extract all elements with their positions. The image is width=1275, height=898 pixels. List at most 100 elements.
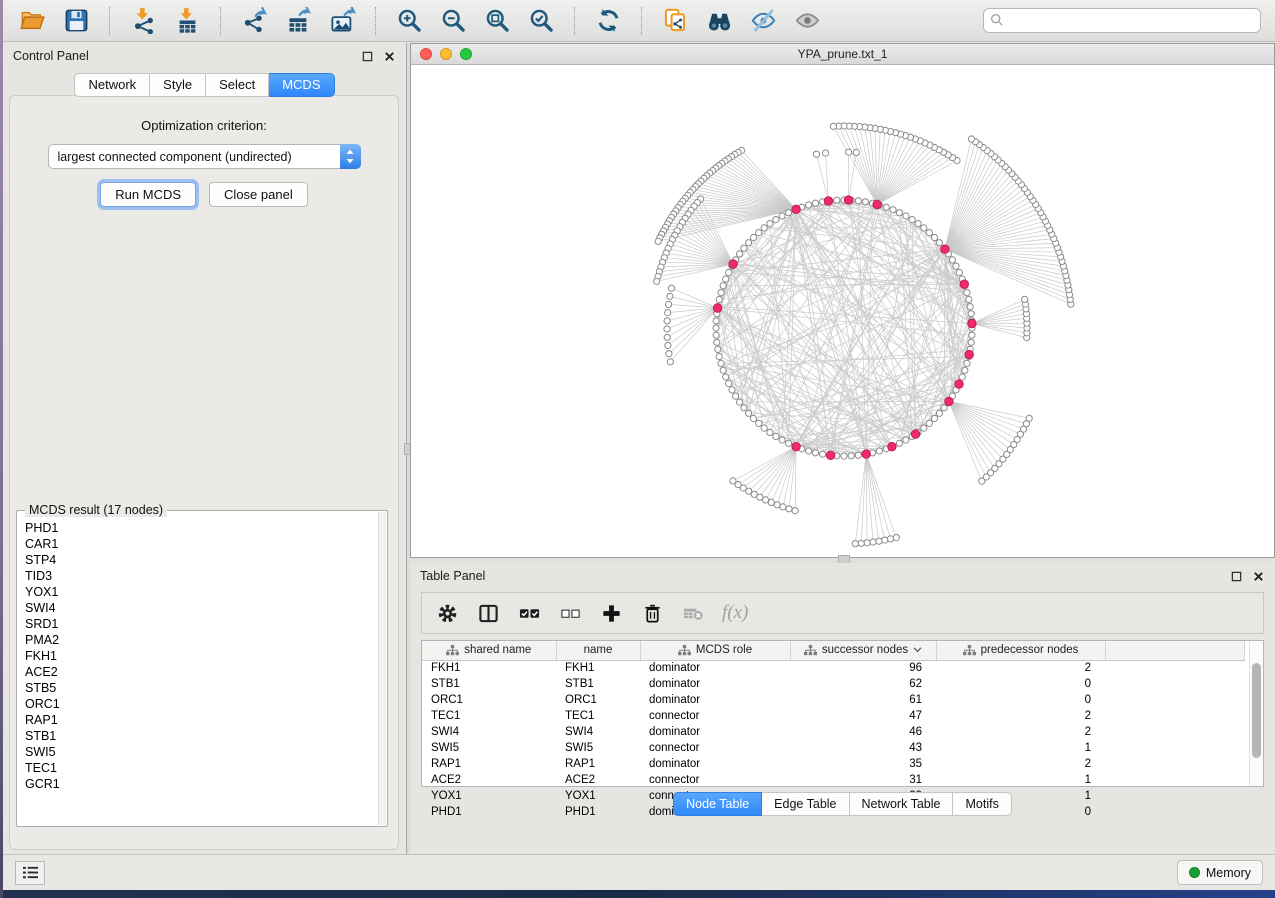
table-scrollbar[interactable] bbox=[1249, 641, 1263, 786]
cell-predecessor_nodes[interactable]: 2 bbox=[936, 660, 1105, 676]
mcds-list-scrollbar[interactable] bbox=[378, 512, 386, 825]
cell-shared_name[interactable]: STB1 bbox=[422, 676, 556, 692]
dominator-node[interactable] bbox=[960, 280, 968, 288]
tab-network-table[interactable]: Network Table bbox=[850, 792, 954, 816]
mcds-result-item[interactable]: SRD1 bbox=[18, 616, 378, 632]
float-panel-icon[interactable] bbox=[1230, 570, 1243, 583]
column-header-shared-name[interactable]: shared name bbox=[422, 641, 556, 660]
cell-predecessor_nodes[interactable]: 2 bbox=[936, 724, 1105, 740]
table-row[interactable]: SWI5SWI5connector431 bbox=[422, 740, 1244, 756]
mcds-result-item[interactable]: YOX1 bbox=[18, 584, 378, 600]
column-layout-icon[interactable] bbox=[476, 601, 500, 625]
cell-shared_name[interactable]: SWI4 bbox=[422, 724, 556, 740]
export-network-icon[interactable] bbox=[239, 6, 269, 36]
cell-name[interactable]: FKH1 bbox=[556, 660, 640, 676]
table-row[interactable]: ACE2ACE2connector311 bbox=[422, 772, 1244, 788]
dominator-node[interactable] bbox=[792, 443, 800, 451]
network-canvas[interactable] bbox=[411, 65, 1274, 557]
table-row[interactable]: FKH1FKH1dominator962 bbox=[422, 660, 1244, 676]
cell-shared_name[interactable]: RAP1 bbox=[422, 756, 556, 772]
zoom-in-icon[interactable] bbox=[394, 6, 424, 36]
dominator-node[interactable] bbox=[824, 197, 832, 205]
dominator-node[interactable] bbox=[911, 430, 919, 438]
select-all-icon[interactable] bbox=[517, 601, 541, 625]
dominator-node[interactable] bbox=[713, 304, 721, 312]
mcds-result-item[interactable]: STB1 bbox=[18, 728, 378, 744]
tab-network[interactable]: Network bbox=[74, 73, 150, 97]
tab-node-table[interactable]: Node Table bbox=[673, 792, 762, 816]
close-panel-icon[interactable] bbox=[1252, 570, 1265, 583]
cell-mcds_role[interactable]: connector bbox=[640, 740, 790, 756]
dominator-node[interactable] bbox=[729, 260, 737, 268]
cell-name[interactable]: RAP1 bbox=[556, 756, 640, 772]
show-all-icon[interactable] bbox=[704, 6, 734, 36]
cell-name[interactable]: ACE2 bbox=[556, 772, 640, 788]
table-row[interactable]: ORC1ORC1dominator610 bbox=[422, 692, 1244, 708]
float-panel-icon[interactable] bbox=[361, 50, 374, 63]
cell-mcds_role[interactable]: dominator bbox=[640, 724, 790, 740]
column-header-name[interactable]: name bbox=[556, 641, 640, 660]
dominator-node[interactable] bbox=[941, 245, 949, 253]
import-table-icon[interactable] bbox=[172, 6, 202, 36]
zoom-out-icon[interactable] bbox=[438, 6, 468, 36]
mcds-result-item[interactable]: TEC1 bbox=[18, 760, 378, 776]
table-scrollbar-thumb[interactable] bbox=[1252, 663, 1261, 758]
cell-successor_nodes[interactable]: 62 bbox=[790, 676, 936, 692]
tab-edge-table[interactable]: Edge Table bbox=[762, 792, 849, 816]
tab-mcds[interactable]: MCDS bbox=[269, 73, 334, 97]
cell-name[interactable]: SWI4 bbox=[556, 724, 640, 740]
column-header-successor-nodes[interactable]: successor nodes bbox=[790, 641, 936, 660]
cell-shared_name[interactable]: ACE2 bbox=[422, 772, 556, 788]
optimization-criterion-select[interactable]: largest connected component (undirected) bbox=[48, 144, 361, 169]
export-image-icon[interactable] bbox=[327, 6, 357, 36]
column-header-predecessor-nodes[interactable]: predecessor nodes bbox=[936, 641, 1105, 660]
column-header-MCDS-role[interactable]: MCDS role bbox=[640, 641, 790, 660]
cell-predecessor_nodes[interactable]: 2 bbox=[936, 756, 1105, 772]
cell-successor_nodes[interactable]: 46 bbox=[790, 724, 936, 740]
search-input[interactable] bbox=[983, 8, 1261, 33]
cell-mcds_role[interactable]: dominator bbox=[640, 756, 790, 772]
close-panel-button[interactable]: Close panel bbox=[209, 182, 308, 207]
tab-select[interactable]: Select bbox=[206, 73, 269, 97]
cell-mcds_role[interactable]: connector bbox=[640, 708, 790, 724]
cell-name[interactable]: ORC1 bbox=[556, 692, 640, 708]
dominator-node[interactable] bbox=[888, 443, 896, 451]
mcds-result-item[interactable]: ACE2 bbox=[18, 664, 378, 680]
tab-style[interactable]: Style bbox=[150, 73, 206, 97]
table-row[interactable]: TEC1TEC1connector472 bbox=[422, 708, 1244, 724]
cell-shared_name[interactable]: SWI5 bbox=[422, 740, 556, 756]
cell-shared_name[interactable]: ORC1 bbox=[422, 692, 556, 708]
clone-network-icon[interactable] bbox=[660, 6, 690, 36]
add-column-icon[interactable] bbox=[599, 601, 623, 625]
dominator-node[interactable] bbox=[968, 319, 976, 327]
table-row[interactable]: STB1STB1dominator620 bbox=[422, 676, 1244, 692]
dominator-node[interactable] bbox=[955, 380, 963, 388]
network-window-titlebar[interactable]: YPA_prune.txt_1 bbox=[411, 44, 1274, 65]
zoom-selected-icon[interactable] bbox=[526, 6, 556, 36]
mcds-result-item[interactable]: PHD1 bbox=[18, 520, 378, 536]
table-row[interactable]: SWI4SWI4dominator462 bbox=[422, 724, 1244, 740]
mcds-result-item[interactable]: STB5 bbox=[18, 680, 378, 696]
zoom-fit-icon[interactable] bbox=[482, 6, 512, 36]
dominator-node[interactable] bbox=[945, 397, 953, 405]
deselect-all-icon[interactable] bbox=[558, 601, 582, 625]
dominator-node[interactable] bbox=[826, 451, 834, 459]
hide-selected-icon[interactable] bbox=[748, 6, 778, 36]
save-icon[interactable] bbox=[61, 6, 91, 36]
open-file-icon[interactable] bbox=[17, 6, 47, 36]
cell-shared_name[interactable]: FKH1 bbox=[422, 660, 556, 676]
settings-icon[interactable] bbox=[435, 601, 459, 625]
mcds-result-item[interactable]: PMA2 bbox=[18, 632, 378, 648]
show-hidden-icon[interactable] bbox=[792, 6, 822, 36]
run-mcds-button[interactable]: Run MCDS bbox=[100, 182, 196, 207]
cell-mcds_role[interactable]: connector bbox=[640, 772, 790, 788]
dominator-node[interactable] bbox=[965, 350, 973, 358]
cell-mcds_role[interactable]: dominator bbox=[640, 692, 790, 708]
cell-predecessor_nodes[interactable]: 1 bbox=[936, 772, 1105, 788]
cell-predecessor_nodes[interactable]: 2 bbox=[936, 708, 1105, 724]
cell-name[interactable]: TEC1 bbox=[556, 708, 640, 724]
cell-successor_nodes[interactable]: 96 bbox=[790, 660, 936, 676]
cell-shared_name[interactable]: TEC1 bbox=[422, 708, 556, 724]
import-network-icon[interactable] bbox=[128, 6, 158, 36]
table-row[interactable]: RAP1RAP1dominator352 bbox=[422, 756, 1244, 772]
